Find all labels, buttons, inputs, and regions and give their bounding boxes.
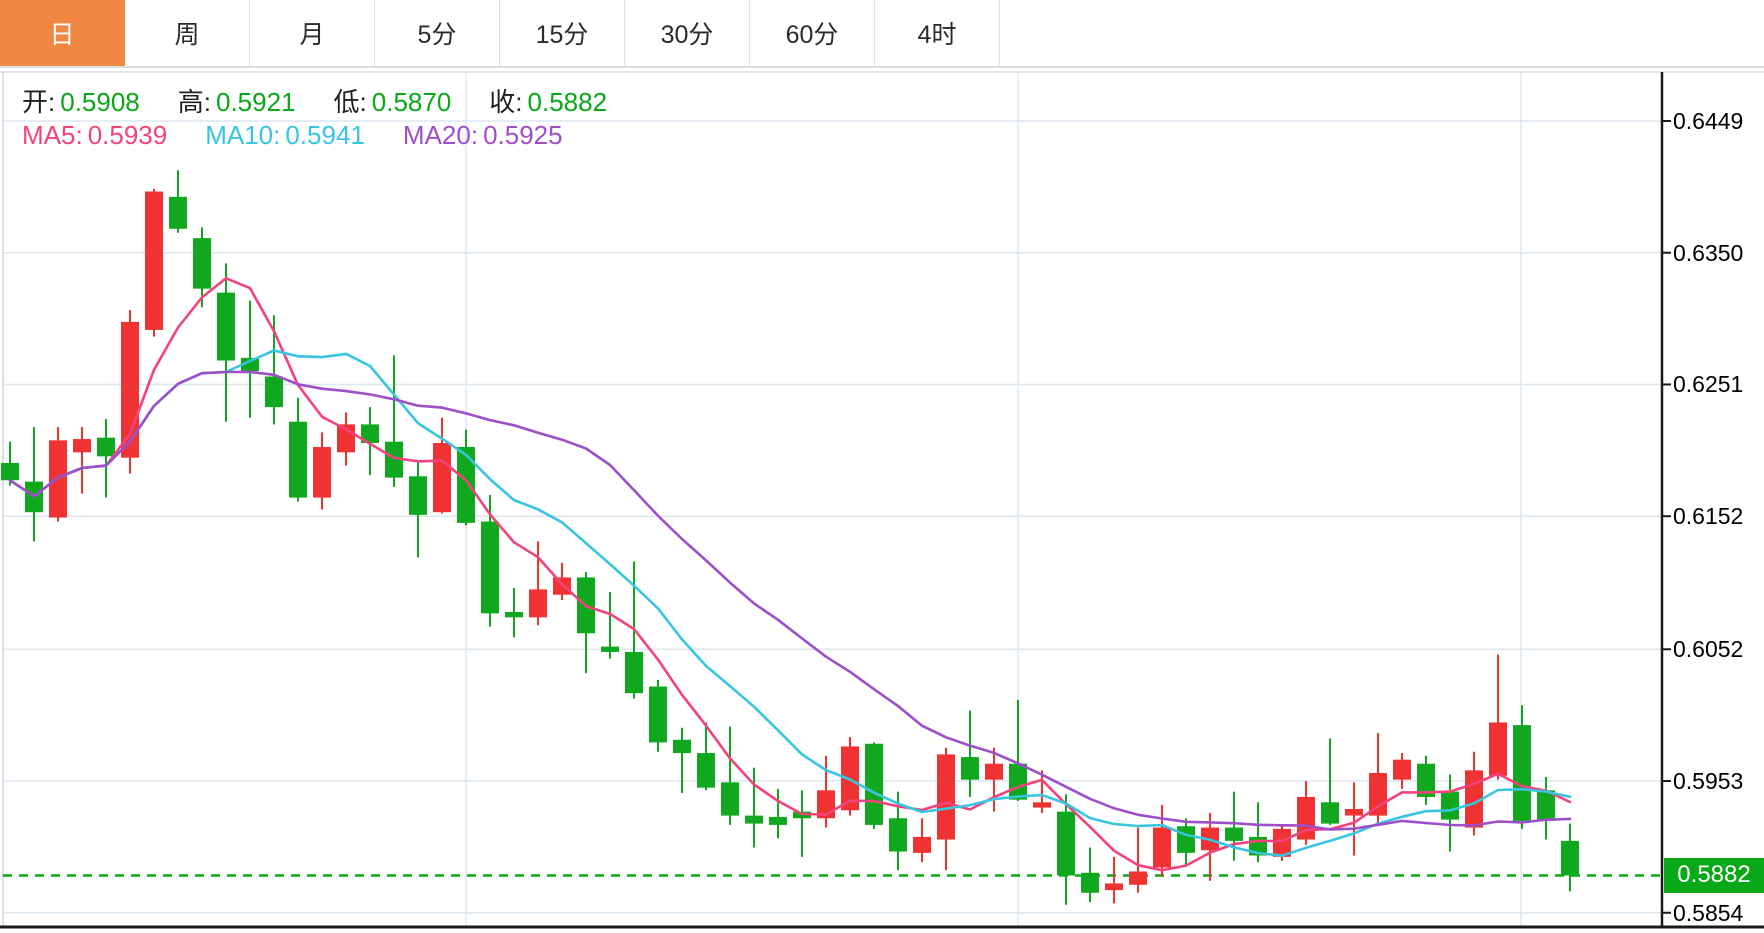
ohlc-close-label: 收: <box>489 87 523 117</box>
candlestick <box>1177 818 1195 865</box>
candlestick <box>913 818 931 863</box>
ohlc-high: 高: 0.5921 <box>178 88 296 117</box>
candlestick <box>1441 774 1459 852</box>
current-price-badge: 0.5882 <box>1664 857 1764 893</box>
candlestick <box>457 429 475 526</box>
candlestick <box>1561 823 1579 892</box>
candlestick <box>1153 804 1171 877</box>
candlesticks <box>1 170 1579 905</box>
candlestick <box>73 427 91 494</box>
candlestick <box>985 747 1003 812</box>
candlestick <box>1105 856 1123 904</box>
ma20-line <box>8 370 1572 831</box>
candlestick <box>865 742 883 829</box>
candlestick <box>1297 780 1315 845</box>
candlestick <box>577 572 595 674</box>
candlestick <box>1489 654 1507 780</box>
candlestick <box>289 397 307 502</box>
y-axis-label: 0.6251 <box>1673 371 1744 398</box>
ohlc-high-label: 高: <box>177 87 211 117</box>
candlestick <box>25 427 43 542</box>
candlestick <box>745 767 763 848</box>
candlestick <box>1417 755 1435 805</box>
candlestick <box>337 412 355 466</box>
ma5-legend: MA5: 0.5939 <box>22 121 167 150</box>
ohlc-legend: 开: 0.5908 高: 0.5921 低: 0.5870 收: 0.5882 <box>22 88 607 117</box>
candlestick <box>793 790 811 857</box>
y-axis-label: 0.6152 <box>1673 503 1744 530</box>
candlestick <box>1513 705 1531 829</box>
candlestick <box>601 592 619 659</box>
y-axis-label: 0.6052 <box>1673 636 1744 663</box>
candlestick <box>961 710 979 797</box>
ohlc-low-value: 0.5870 <box>371 87 452 117</box>
ma-legend: MA5: 0.5939 MA10: 0.5941 MA20: 0.5925 <box>22 121 563 150</box>
ohlc-open-label: 开: <box>22 87 56 117</box>
ma10-line <box>8 349 1572 857</box>
candlestick <box>673 727 691 793</box>
y-axis-label: 0.5953 <box>1673 767 1744 794</box>
ma20-legend: MA20: 0.5925 <box>403 121 563 150</box>
candlestick <box>1225 791 1243 861</box>
candlestick <box>649 679 667 752</box>
candlestick <box>553 562 571 601</box>
candlestick <box>145 188 163 337</box>
ma5-label: MA5: <box>22 120 83 150</box>
ohlc-close-value: 0.5882 <box>527 87 608 117</box>
candlestick <box>1537 777 1555 840</box>
candlestick <box>313 432 331 510</box>
candlestick <box>721 726 739 825</box>
ma20-value: 0.5925 <box>483 120 563 150</box>
candlestick <box>217 263 235 422</box>
candlestick <box>409 461 427 558</box>
ma10-legend: MA10: 0.5941 <box>205 121 365 150</box>
ohlc-high-value: 0.5921 <box>216 87 296 117</box>
candlestick <box>385 355 403 487</box>
candlestick <box>169 170 187 233</box>
candlestick <box>193 227 211 308</box>
y-axis-label: 0.6449 <box>1673 108 1744 134</box>
ma5-value: 0.5939 <box>87 120 168 150</box>
ohlc-low-label: 低: <box>333 87 367 117</box>
candlestick <box>1081 847 1099 903</box>
candlestick <box>1465 751 1483 836</box>
y-axis-label: 0.6350 <box>1673 239 1744 266</box>
y-axis-label: 0.5854 <box>1673 899 1744 926</box>
candlestick <box>505 588 523 638</box>
ma10-value: 0.5941 <box>285 120 365 150</box>
ohlc-low: 低: 0.5870 <box>334 88 452 117</box>
ma20-label: MA20: <box>402 120 479 150</box>
ohlc-open: 开: 0.5908 <box>22 88 140 117</box>
ohlc-open-value: 0.5908 <box>60 87 140 117</box>
ohlc-close: 收: 0.5882 <box>489 88 607 117</box>
ma10-label: MA10: <box>205 120 281 150</box>
candlestick <box>1393 753 1411 789</box>
